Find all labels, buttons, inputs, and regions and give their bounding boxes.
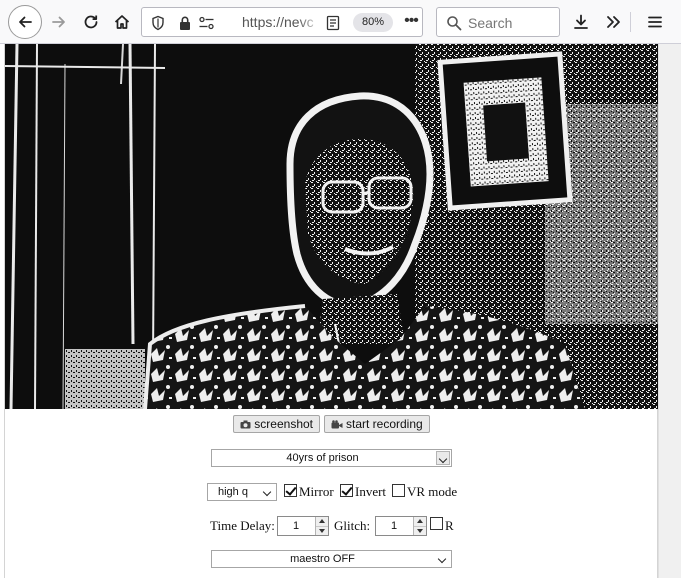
effect-select-value: 40yrs of prison — [286, 452, 359, 464]
quality-select[interactable]: high q — [207, 483, 277, 501]
glitch-label: Glitch: — [334, 518, 371, 533]
right-margin-strip — [658, 44, 681, 578]
chevron-down-icon — [436, 451, 450, 465]
back-button[interactable] — [8, 5, 42, 39]
home-button[interactable] — [107, 7, 137, 37]
time-delay-input[interactable]: 1 — [277, 516, 329, 536]
url-text[interactable]: https://nevc — [242, 14, 322, 30]
search-placeholder: Search — [468, 15, 513, 31]
shield-icon — [152, 15, 164, 31]
browser-toolbar: https://nevc 80% ••• Search — [0, 0, 681, 44]
glitch-input[interactable]: 1 — [375, 516, 427, 536]
search-icon — [447, 16, 462, 31]
time-delay-spinner[interactable] — [315, 517, 328, 535]
home-icon — [114, 15, 130, 29]
r-label: R — [445, 518, 454, 533]
address-bar[interactable]: https://nevc 80% ••• — [141, 7, 423, 37]
reload-button[interactable] — [76, 7, 106, 37]
chevron-down-icon — [436, 552, 450, 566]
downloads-button[interactable] — [566, 7, 596, 37]
scroll-edge — [658, 44, 659, 578]
mirror-checkbox[interactable] — [284, 484, 297, 497]
arrow-right-icon — [52, 16, 65, 28]
mirror-label: Mirror — [299, 484, 334, 499]
capture-controls: screenshot start recording — [5, 415, 658, 433]
quality-select-value: high q — [218, 486, 248, 498]
search-bar[interactable]: Search — [436, 7, 560, 37]
vr-mode-checkbox[interactable] — [392, 484, 405, 497]
time-delay-value: 1 — [292, 520, 300, 532]
webcam-video-canvas — [5, 44, 658, 409]
effect-select[interactable]: 40yrs of prison — [211, 449, 452, 467]
glitch-value: 1 — [390, 520, 398, 532]
double-chevron-right-icon — [607, 16, 620, 28]
main-menu-button[interactable] — [640, 7, 670, 37]
start-recording-button-label: start recording — [346, 417, 423, 431]
r-checkbox[interactable] — [430, 517, 443, 530]
permissions-icon — [199, 16, 214, 30]
forward-button[interactable] — [44, 7, 74, 37]
lock-icon — [180, 16, 190, 30]
chevron-down-icon — [261, 485, 275, 499]
time-delay-label: Time Delay: — [210, 518, 275, 533]
maestro-select[interactable]: maestro OFF — [211, 550, 452, 568]
vr-mode-label: VR mode — [407, 484, 458, 499]
invert-label: Invert — [355, 484, 387, 499]
overflow-menu-button[interactable] — [598, 7, 628, 37]
page-content: screenshot start recording 40yrs of pris… — [4, 44, 658, 578]
toolbar-separator — [630, 12, 631, 32]
page-actions-button[interactable]: ••• — [400, 12, 422, 32]
screenshot-button[interactable]: screenshot — [233, 415, 320, 433]
screenshot-button-label: screenshot — [254, 417, 313, 431]
video-camera-icon — [331, 420, 343, 429]
hamburger-menu-icon — [648, 16, 662, 28]
arrow-left-icon — [19, 16, 32, 28]
maestro-select-value: maestro OFF — [290, 553, 355, 565]
start-recording-button[interactable]: start recording — [324, 415, 430, 433]
invert-checkbox[interactable] — [340, 484, 353, 497]
webcam-frame-image — [5, 44, 658, 409]
camera-icon — [240, 420, 251, 429]
download-icon — [574, 14, 588, 29]
zoom-level-badge[interactable]: 80% — [353, 13, 393, 32]
glitch-spinner[interactable] — [413, 517, 426, 535]
reader-view-icon[interactable] — [326, 15, 340, 31]
reload-icon — [84, 15, 98, 29]
